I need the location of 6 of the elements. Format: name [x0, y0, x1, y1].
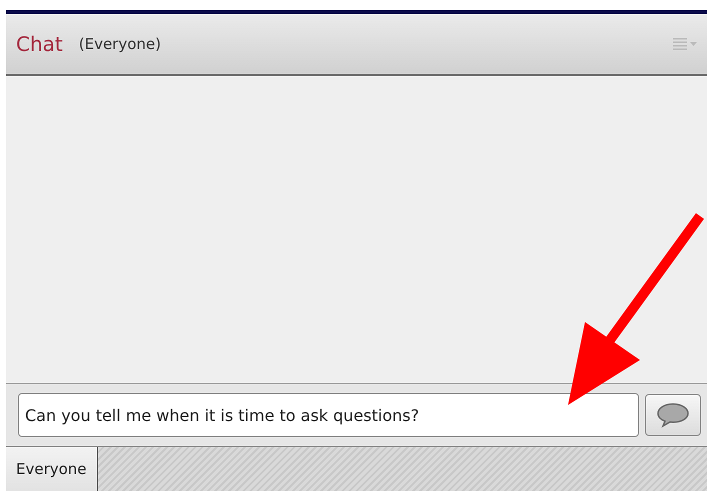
chat-tab[interactable]: Everyone — [6, 447, 98, 491]
audience-label: (Everyone) — [78, 35, 161, 53]
speech-bubble-icon — [656, 402, 690, 428]
panel-title: Chat — [16, 32, 63, 56]
message-input-field[interactable]: Can you tell me when it is time to ask questions? — [18, 393, 639, 437]
send-button[interactable] — [645, 394, 701, 436]
